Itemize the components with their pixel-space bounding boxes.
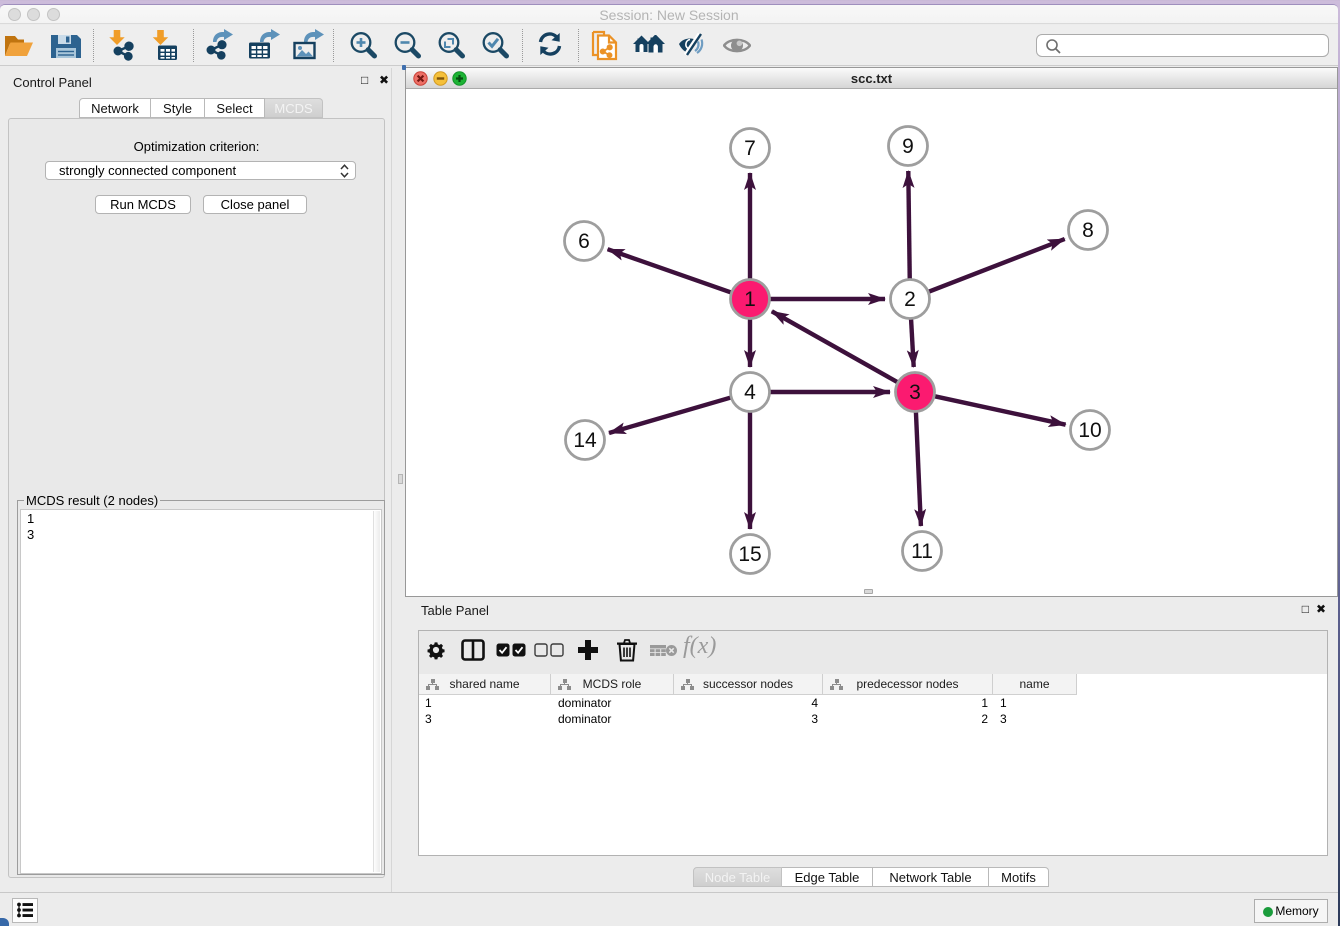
svg-text:2: 2 (904, 288, 916, 311)
svg-text:7: 7 (744, 137, 756, 160)
svg-text:9: 9 (902, 135, 914, 158)
svg-text:8: 8 (1082, 219, 1094, 242)
svg-text:3: 3 (909, 381, 921, 404)
svg-text:11: 11 (911, 540, 933, 563)
svg-text:14: 14 (573, 429, 597, 452)
svg-text:6: 6 (578, 230, 590, 253)
svg-text:1: 1 (744, 288, 756, 311)
svg-text:4: 4 (744, 381, 756, 404)
svg-text:10: 10 (1078, 419, 1101, 442)
svg-text:15: 15 (738, 543, 761, 566)
